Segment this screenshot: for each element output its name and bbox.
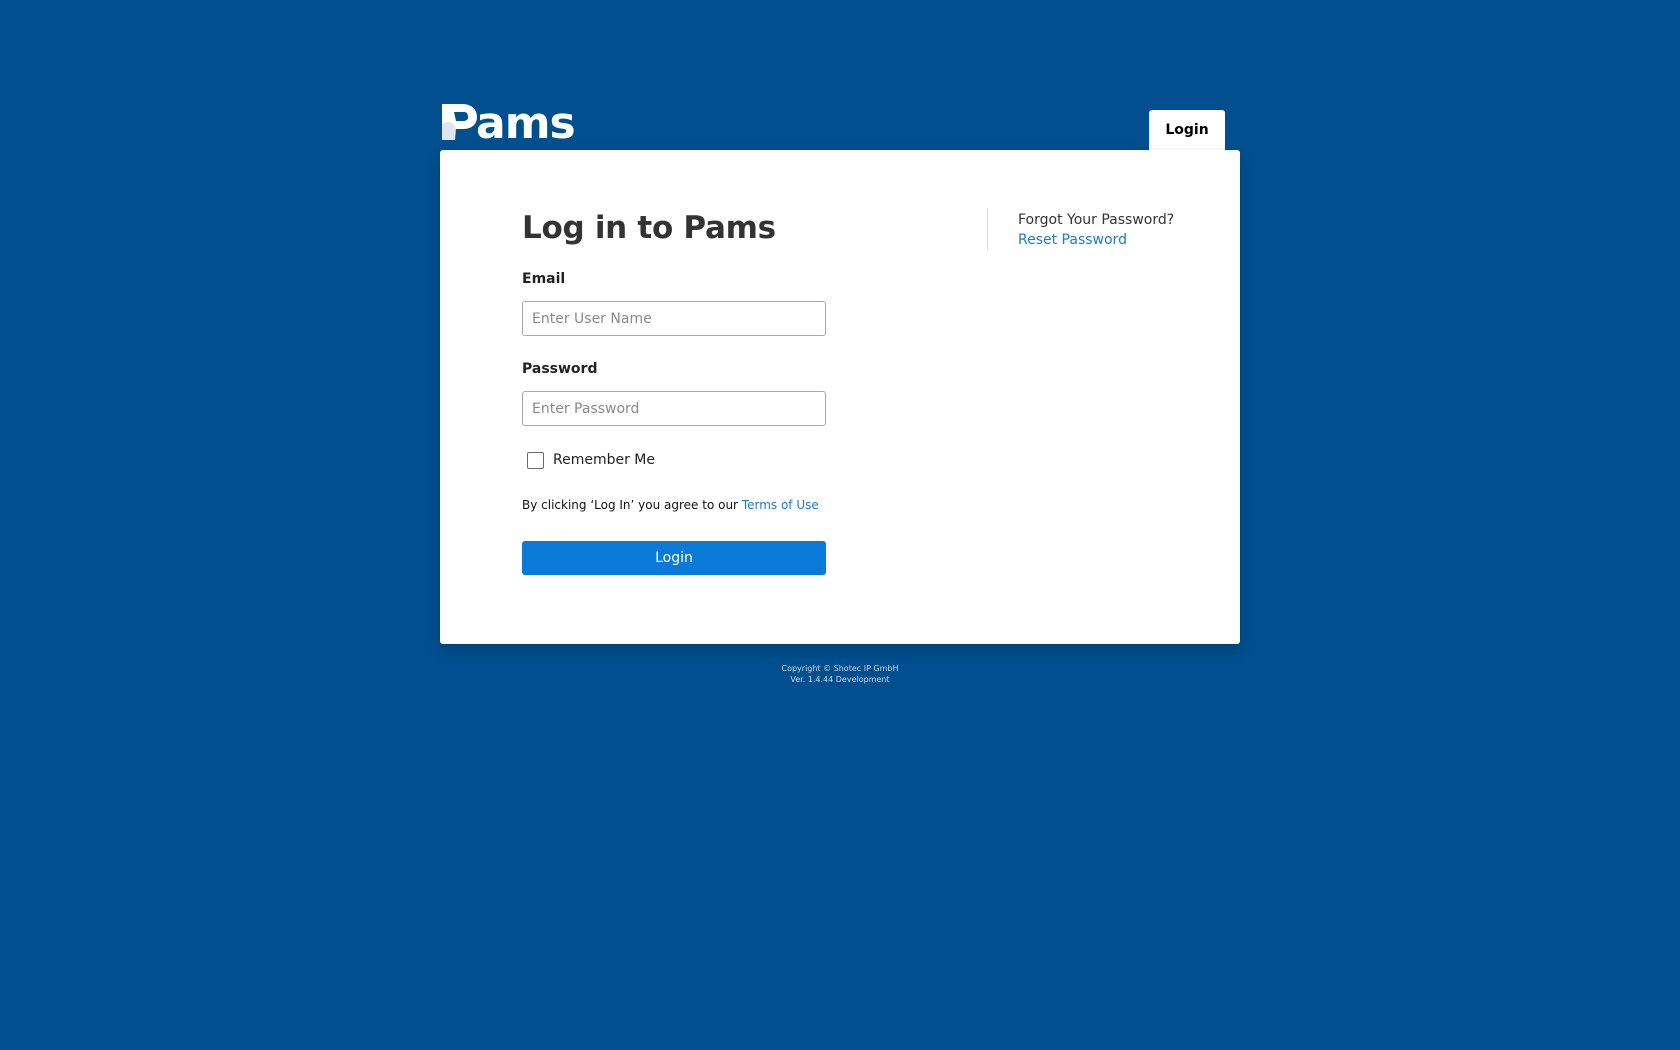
tab-login[interactable]: Login [1149, 110, 1225, 150]
terms-prefix: By clicking ‘Log In’ you agree to our [522, 498, 742, 512]
terms-of-use-link[interactable]: Terms of Use [742, 498, 819, 512]
login-page: ams Login Log in to Pams Email Password … [440, 98, 1240, 644]
top-bar: ams Login [440, 98, 1240, 150]
password-label: Password [522, 361, 598, 377]
version-text: Ver. 1.4.44 Development [790, 675, 890, 684]
password-help: Forgot Your Password? Reset Password [987, 208, 1174, 250]
logo-text: ams [476, 98, 576, 149]
copyright-text: Copyright © Shotec IP GmbH [781, 664, 899, 673]
reset-password-link[interactable]: Reset Password [1018, 230, 1174, 250]
login-form: Log in to Pams Email Password Remember M… [522, 208, 826, 575]
footer: Copyright © Shotec IP GmbH Ver. 1.4.44 D… [0, 663, 1680, 685]
email-field[interactable] [522, 301, 826, 336]
terms-notice: By clicking ‘Log In’ you agree to our Te… [522, 496, 826, 514]
pams-logo-mark-icon [442, 104, 477, 140]
remember-me-row: Remember Me [522, 450, 826, 470]
forgot-password-text: Forgot Your Password? [1018, 212, 1175, 228]
remember-me-checkbox[interactable] [527, 451, 544, 469]
login-button[interactable]: Login [522, 541, 826, 575]
remember-me-label[interactable]: Remember Me [553, 452, 655, 468]
pams-logo: ams [440, 98, 576, 149]
page-title: Log in to Pams [522, 210, 776, 246]
login-card: Log in to Pams Email Password Remember M… [440, 150, 1240, 644]
password-field[interactable] [522, 391, 826, 426]
email-label: Email [522, 271, 566, 287]
